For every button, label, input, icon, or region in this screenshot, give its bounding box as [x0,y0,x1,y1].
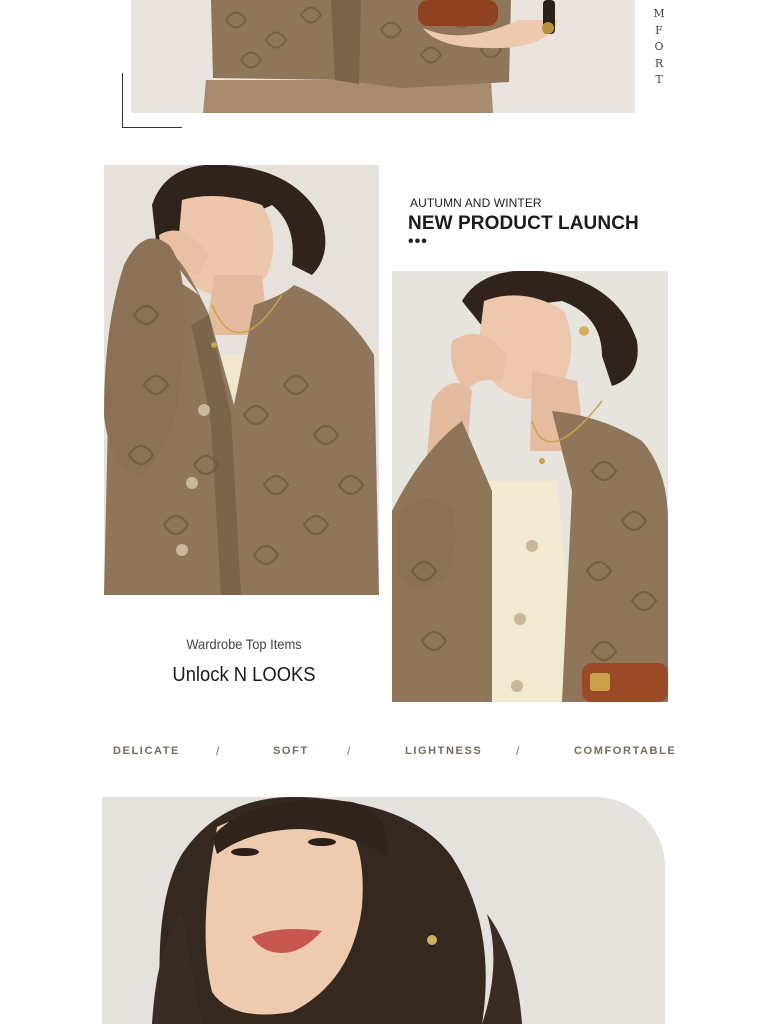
left-model-photo [104,165,379,595]
launch-dots: ••• [408,233,428,250]
vertical-side-word: MFORT [653,7,665,86]
unlock-looks-heading: Unlock N LOOKS [172,664,316,686]
top-product-photo [131,0,635,113]
right-model-photo [392,271,668,702]
feature-lightness: LIGHTNESS [405,745,483,757]
corner-line-vertical [122,73,123,128]
launch-subtitle: AUTUMN AND WINTER [410,196,542,210]
bottom-portrait-photo [102,797,665,1024]
feature-comfortable: COMFORTABLE [574,745,677,757]
feature-separator: / [516,744,520,758]
corner-line-horizontal [122,127,182,128]
feature-soft: SOFT [273,745,309,757]
feature-delicate: DELICATE [113,745,180,757]
feature-separator: / [347,744,351,758]
wardrobe-tagline: Wardrobe Top Items [186,636,302,652]
launch-title: NEW PRODUCT LAUNCH [408,213,639,234]
feature-separator: / [216,744,220,758]
